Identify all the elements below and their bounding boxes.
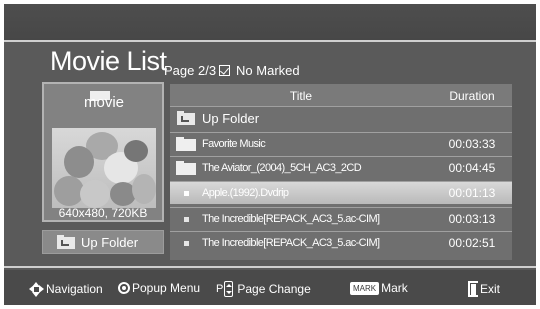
row-duration: 00:03:33 (448, 137, 496, 151)
table-header: Title Duration (170, 84, 512, 106)
row-title: Up Folder (202, 110, 260, 126)
file-dot-icon (183, 240, 189, 246)
thumbnail-resolution: 640x480, 720KB (58, 206, 148, 220)
row-duration: 00:03:13 (448, 212, 496, 226)
current-folder-name: movie (84, 94, 125, 111)
column-title: Title (289, 89, 313, 103)
table-row-selected[interactable]: Apple.(1992).Dvdrip 00:01:13 (170, 181, 512, 204)
preview-panel: movie 640x480, 720KB (42, 82, 164, 222)
row-duration: 00:02:51 (448, 236, 496, 250)
folder-icon (50, 88, 110, 102)
page-key-label: P (216, 283, 224, 295)
row-title: Favorite Music (202, 138, 266, 150)
marked-status: No Marked (236, 63, 300, 78)
folder-icon (176, 161, 196, 175)
table-row[interactable]: The Incredible[REPACK_AC3_5.ac-CIM] 00:0… (170, 207, 512, 230)
page-change-label: Page Change (237, 282, 311, 296)
navigation-label: Navigation (46, 282, 103, 296)
exit-icon (468, 281, 478, 297)
up-folder-button[interactable]: Up Folder (42, 230, 164, 254)
row-duration: 00:01:13 (448, 186, 496, 200)
table-row[interactable]: The Incredible[REPACK_AC3_5.ac-CIM] 00:0… (170, 231, 512, 254)
up-folder-icon (177, 111, 195, 125)
help-navigation: Navigation (28, 281, 103, 297)
page-rocker-icon: P (216, 281, 234, 297)
file-table: Title Duration Up Folder Favorite Music … (170, 84, 512, 260)
row-title: The Incredible[REPACK_AC3_5.ac-CIM] (202, 237, 380, 249)
table-row[interactable]: Favorite Music 00:03:33 (170, 132, 512, 155)
page-title: Movie List (50, 46, 167, 76)
exit-label: Exit (480, 282, 501, 296)
page-info: Page 2/3 No Marked (164, 63, 300, 78)
file-dot-icon (183, 216, 189, 222)
current-folder: movie (44, 84, 162, 120)
folder-icon (176, 137, 196, 151)
navigation-arrows-icon (28, 281, 44, 297)
thumbnail-image (52, 128, 156, 208)
help-bar: Navigation Popup Menu P Page Change MARK… (4, 270, 536, 305)
column-duration: Duration (449, 89, 495, 103)
row-title: The Aviator_(2004)_5CH_AC3_2CD (202, 162, 362, 174)
up-folder-icon (57, 235, 75, 249)
mark-key-icon: MARK (350, 281, 380, 295)
table-row[interactable]: The Aviator_(2004)_5CH_AC3_2CD 00:04:45 (170, 156, 512, 179)
top-divider (4, 40, 536, 42)
row-duration (432, 107, 512, 129)
help-mark: MARK Mark (350, 281, 408, 295)
help-exit: Exit (468, 281, 500, 297)
row-duration: 00:04:45 (448, 161, 496, 175)
help-popup-menu: Popup Menu (118, 281, 200, 295)
checkbox-icon (219, 65, 231, 76)
bottom-divider (4, 266, 536, 268)
table-row-up-folder[interactable]: Up Folder (170, 106, 512, 129)
popup-menu-label: Popup Menu (132, 281, 201, 295)
top-band (4, 4, 536, 40)
mark-label: Mark (381, 281, 408, 295)
popup-button-icon (118, 282, 130, 294)
row-title: Apple.(1992).Dvdrip (202, 187, 289, 199)
up-folder-label: Up Folder (81, 234, 139, 250)
row-title: The Incredible[REPACK_AC3_5.ac-CIM] (202, 213, 380, 225)
movie-list-screen: Movie List Page 2/3 No Marked movie 640x… (4, 4, 536, 305)
file-dot-icon (183, 190, 189, 196)
page-indicator: Page 2/3 (164, 63, 217, 78)
help-page-change: P Page Change (216, 281, 311, 297)
